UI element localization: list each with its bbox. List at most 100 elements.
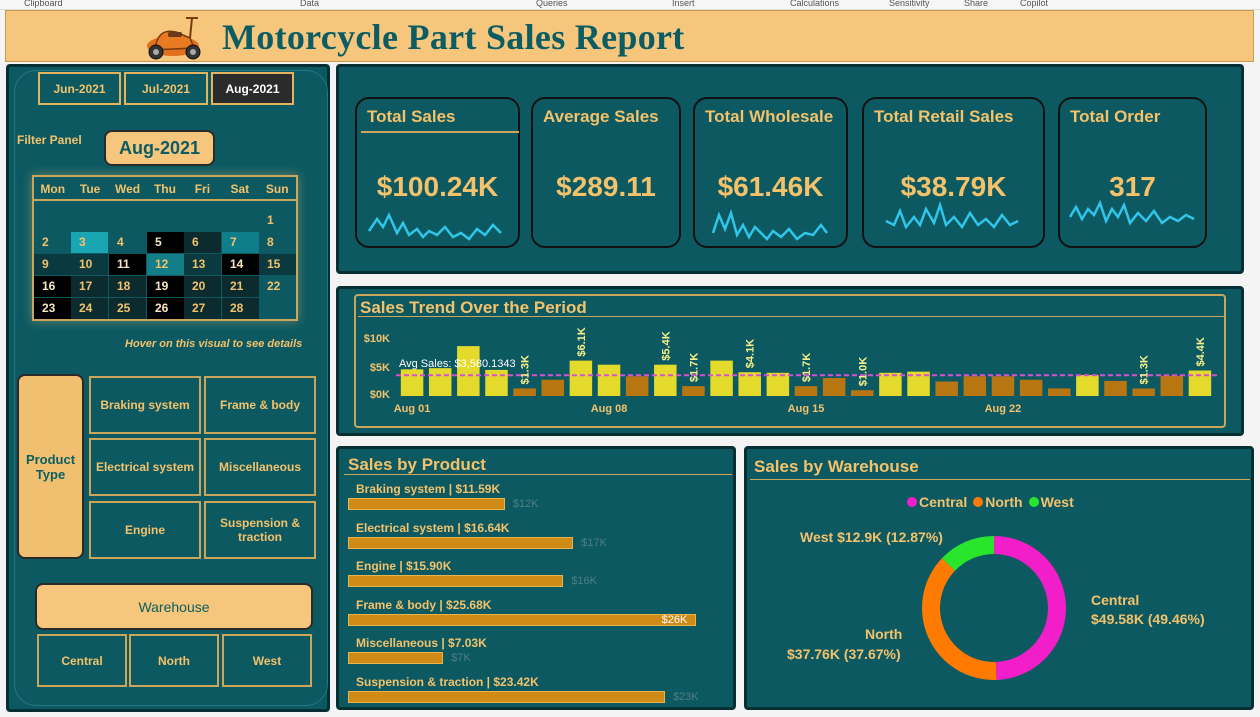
calendar-day[interactable]: 24	[71, 298, 108, 319]
calendar-day[interactable]: 5	[147, 232, 184, 253]
month-jul-2021-button[interactable]: Jul-2021	[124, 72, 208, 105]
calendar-heatmap[interactable]: Mon Tue Wed Thu Fri Sat Sun 1 2 3 4 5 6 7 8 9 10 1…	[32, 175, 298, 321]
calendar-day[interactable]: 19	[147, 276, 184, 297]
warehouse-donut[interactable]	[920, 534, 1068, 682]
trend-bar[interactable]	[597, 364, 621, 396]
calendar-day[interactable]: 15	[259, 254, 296, 275]
trend-bar[interactable]	[1047, 388, 1071, 396]
trend-bar[interactable]	[625, 376, 649, 396]
calendar-day[interactable]: 23	[34, 298, 71, 319]
calendar-day[interactable]: 20	[184, 276, 221, 297]
trend-bar[interactable]	[1104, 380, 1127, 396]
trend-bar[interactable]	[682, 386, 705, 396]
trend-bar[interactable]	[822, 378, 846, 396]
trend-bar[interactable]	[851, 390, 874, 396]
calendar-day[interactable]: 6	[184, 232, 221, 253]
product-bar-label: Engine | $15.90K	[356, 559, 452, 573]
calendar-day[interactable]: 16	[34, 276, 71, 297]
calendar-day[interactable]: 1	[259, 210, 296, 231]
calendar-day[interactable]: 21	[222, 276, 259, 297]
calendar-day[interactable]: 2	[34, 232, 71, 253]
donut-slice-west[interactable]	[941, 536, 994, 571]
product-bar[interactable]	[348, 652, 444, 664]
trend-bar[interactable]	[513, 388, 536, 396]
trend-bar[interactable]	[457, 346, 480, 396]
donut-slice-central[interactable]	[994, 536, 1066, 680]
calendar-day[interactable]: 25	[109, 298, 146, 319]
ribbon-queries[interactable]: Queries	[536, 0, 568, 8]
product-bar[interactable]	[348, 613, 696, 626]
calendar-day[interactable]: 26	[147, 298, 184, 319]
trend-bar[interactable]	[541, 379, 565, 396]
kpi-total-sales[interactable]: Total Sales $100.24K	[355, 97, 520, 248]
calendar-day[interactable]: 17	[71, 276, 108, 297]
donut-slice-north[interactable]	[922, 558, 997, 680]
trend-bar[interactable]	[1160, 375, 1184, 396]
month-jun-2021-button[interactable]: Jun-2021	[38, 72, 121, 105]
warehouse-west-button[interactable]: West	[222, 634, 312, 687]
kpi-total-retail-sales[interactable]: Total Retail Sales $38.79K	[862, 97, 1045, 248]
calendar-day[interactable]: 9	[34, 254, 71, 275]
ribbon-sensitivity[interactable]: Sensitivity	[889, 0, 930, 8]
trend-bar[interactable]	[1019, 379, 1043, 396]
product-bar-label: Frame & body | $25.68K	[356, 597, 492, 612]
calendar-day[interactable]: 3	[71, 232, 108, 253]
trend-bar[interactable]	[794, 386, 818, 396]
trend-bar[interactable]	[991, 376, 1015, 396]
trend-bar[interactable]	[1076, 375, 1099, 396]
product-braking-system-button[interactable]: Braking system	[89, 376, 201, 434]
trend-bar[interactable]	[879, 372, 902, 396]
calendar-day[interactable]: 13	[184, 254, 221, 275]
calendar-day[interactable]: 7	[222, 232, 259, 253]
trend-bar[interactable]	[400, 369, 424, 396]
sales-by-product-chart[interactable]: Braking system | $11.59K $12K Electrical s…	[348, 478, 728, 704]
trend-bar[interactable]	[569, 360, 593, 396]
product-bar[interactable]	[348, 575, 564, 587]
calendar-day[interactable]: 12	[147, 254, 184, 275]
calendar-day[interactable]: 18	[109, 276, 146, 297]
calendar-day[interactable]: 14	[222, 254, 259, 275]
product-miscellaneous-button[interactable]: Miscellaneous	[204, 438, 316, 496]
ribbon-data[interactable]: Data	[300, 0, 319, 8]
product-electrical-system-button[interactable]: Electrical system	[89, 438, 201, 496]
ribbon-share[interactable]: Share	[964, 0, 988, 8]
month-aug-2021-button[interactable]: Aug-2021	[211, 72, 294, 105]
product-bar[interactable]	[348, 690, 666, 703]
product-bar[interactable]	[348, 536, 574, 549]
calendar-day[interactable]: 27	[184, 298, 221, 319]
trend-bar[interactable]	[654, 364, 677, 396]
y-tick-10k: $10K	[364, 333, 390, 345]
trend-bar[interactable]	[963, 376, 987, 396]
ribbon-copilot[interactable]: Copilot	[1020, 0, 1048, 8]
calendar-day[interactable]: 28	[222, 298, 259, 319]
trend-bar-label: $1.3K	[1139, 355, 1151, 384]
kpi-total-wholesale[interactable]: Total Wholesale $61.46K	[693, 97, 848, 248]
weekday-sun: Sun	[265, 182, 289, 196]
kpi-average-sales[interactable]: Average Sales $289.11	[531, 97, 681, 248]
trend-bar[interactable]	[1132, 388, 1155, 396]
trend-bar[interactable]	[428, 368, 452, 396]
trend-bar[interactable]	[935, 381, 958, 397]
calendar-day[interactable]: 4	[109, 232, 146, 253]
calendar-day[interactable]: 22	[259, 276, 296, 297]
trend-bar[interactable]	[766, 372, 790, 396]
kpi-total-order[interactable]: Total Order 317	[1058, 97, 1207, 248]
ribbon-clipboard[interactable]: Clipboard	[24, 0, 63, 8]
calendar-day[interactable]: 10	[71, 254, 108, 275]
weekday-sat: Sat	[230, 182, 250, 196]
trend-bar[interactable]	[710, 360, 733, 396]
calendar-day[interactable]: 11	[109, 254, 146, 275]
warehouse-north-button[interactable]: North	[129, 634, 219, 687]
product-bar-label: Electrical system | $16.64K	[356, 520, 510, 535]
calendar-day[interactable]: 8	[259, 232, 296, 253]
product-bar[interactable]	[348, 498, 505, 510]
trend-bar[interactable]	[485, 369, 508, 396]
ribbon-insert[interactable]: Insert	[672, 0, 695, 8]
product-engine-button[interactable]: Engine	[89, 501, 201, 559]
kpi-value: $100.24K	[376, 171, 499, 202]
ribbon-calculations[interactable]: Calculations	[790, 0, 839, 8]
sales-trend-chart[interactable]: $0K $5K $10K Avg Sales: $3,580.1343 Aug …	[356, 318, 1222, 426]
product-frame-body-button[interactable]: Frame & body	[204, 376, 316, 434]
product-suspension-traction-button[interactable]: Suspension & traction	[204, 501, 316, 559]
warehouse-central-button[interactable]: Central	[37, 634, 127, 687]
